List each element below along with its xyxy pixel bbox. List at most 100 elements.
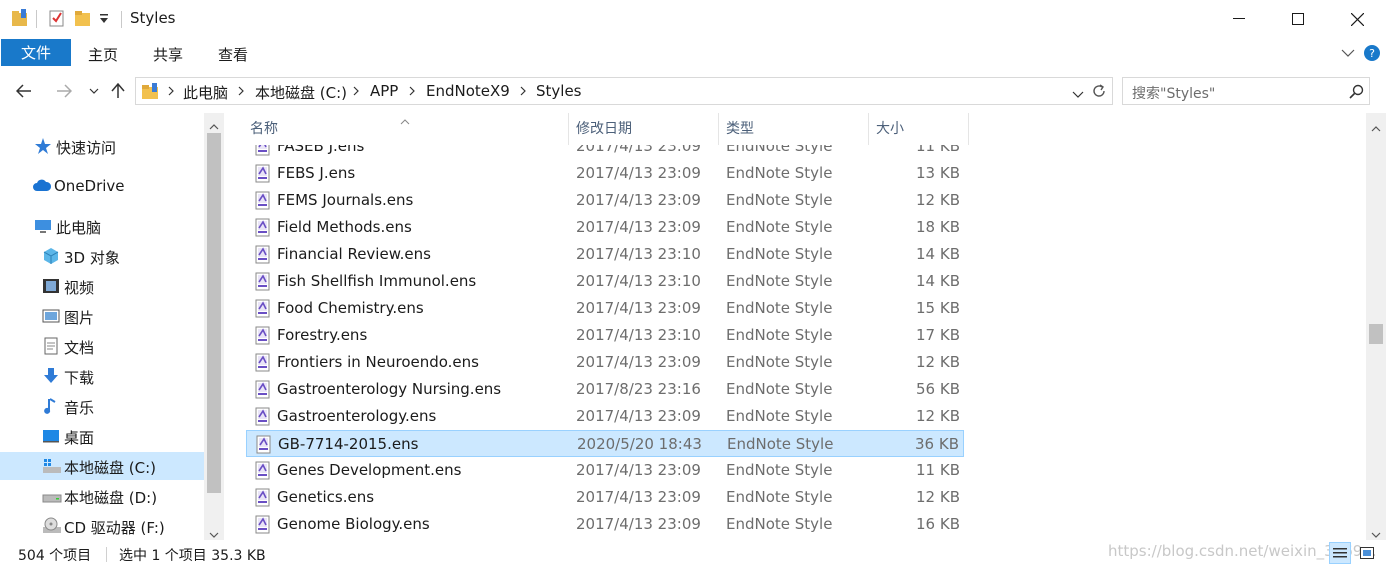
sidebar-item-label: 此电脑 <box>56 219 102 237</box>
chevron-right-icon[interactable] <box>408 84 418 98</box>
file-name: FEMS Journals.ens <box>277 191 414 209</box>
sidebar-item[interactable]: 图片 <box>0 302 204 330</box>
chevron-right-icon[interactable] <box>237 84 247 98</box>
table-row[interactable]: Forestry.ens 2017/4/13 23:10 EndNote Style… <box>246 322 964 349</box>
nav-scroll-thumb[interactable] <box>207 133 221 493</box>
chevron-right-icon[interactable] <box>519 84 529 98</box>
column-header-name[interactable]: 名称 <box>250 118 278 138</box>
table-row[interactable]: Field Methods.ens 2017/4/13 23:09 EndNote … <box>246 214 964 241</box>
address-dropdown-icon[interactable] <box>1072 87 1084 103</box>
tab-share[interactable]: 共享 <box>153 44 183 65</box>
file-size: 13 KB <box>916 164 960 182</box>
endnote-style-file-icon <box>255 461 271 480</box>
forward-button[interactable] <box>52 79 76 103</box>
breadcrumb-local-disk-c[interactable]: 本地磁盘 (C:) <box>255 82 347 103</box>
file-name: GB-7714-2015.ens <box>278 435 419 453</box>
breadcrumb-this-pc[interactable]: 此电脑 <box>183 82 228 103</box>
file-name: Food Chemistry.ens <box>277 299 424 317</box>
properties-checkmark-icon[interactable] <box>48 8 66 32</box>
expand-ribbon-icon[interactable] <box>1337 43 1359 63</box>
column-divider[interactable] <box>568 113 569 145</box>
table-row[interactable]: Gastroenterology.ens 2017/4/13 23:09 EndNo… <box>246 403 964 430</box>
sidebar-item[interactable]: CD 驱动器 (F:) <box>0 512 204 540</box>
recent-locations-dropdown[interactable] <box>82 79 106 103</box>
maximize-button[interactable] <box>1275 0 1321 38</box>
quick-access-dropdown-icon[interactable] <box>99 12 109 30</box>
sidebar-item[interactable]: 视频 <box>0 272 204 300</box>
table-row[interactable]: Frontiers in Neuroendo.ens 2017/4/13 23:0… <box>246 349 964 376</box>
scroll-up-icon[interactable] <box>1371 120 1381 136</box>
sidebar-item-label: 下载 <box>64 369 95 387</box>
table-row[interactable]: FEBS J.ens 2017/4/13 23:09 EndNote Style 13… <box>246 160 964 187</box>
tab-file[interactable]: 文件 <box>1 39 71 66</box>
endnote-style-file-icon <box>255 218 271 237</box>
chevron-right-icon[interactable] <box>352 84 362 98</box>
sidebar-item[interactable]: OneDrive <box>0 172 204 200</box>
tab-view[interactable]: 查看 <box>218 44 248 65</box>
table-row[interactable]: Gastroenterology Nursing.ens 2017/8/23 23… <box>246 376 964 403</box>
details-view-button[interactable] <box>1329 542 1351 564</box>
large-icons-view-button[interactable] <box>1356 542 1378 564</box>
breadcrumb-styles[interactable]: Styles <box>536 82 582 100</box>
help-icon[interactable]: ? <box>1361 43 1383 63</box>
folder-properties-icon[interactable] <box>11 8 29 32</box>
column-divider[interactable] <box>868 113 869 145</box>
column-divider[interactable] <box>968 113 969 145</box>
refresh-icon[interactable] <box>1091 83 1107 103</box>
column-header-type[interactable]: 类型 <box>726 118 754 138</box>
file-list-scroll-thumb[interactable] <box>1369 324 1383 344</box>
new-folder-icon[interactable] <box>74 8 92 32</box>
file-date: 2017/4/13 23:10 <box>576 326 701 344</box>
file-size: 36 KB <box>915 435 959 453</box>
endnote-style-file-icon <box>255 326 271 345</box>
chevron-right-icon[interactable] <box>167 84 177 98</box>
drive-icon <box>42 487 62 505</box>
nav-scrollbar[interactable] <box>204 113 224 540</box>
up-button[interactable] <box>106 79 130 103</box>
file-list-scrollbar[interactable] <box>1366 113 1386 540</box>
column-header-size[interactable]: 大小 <box>876 118 904 138</box>
file-date: 2017/4/13 23:09 <box>576 218 701 236</box>
endnote-style-file-icon <box>256 435 272 454</box>
table-row[interactable]: Genetics.ens 2017/4/13 23:09 EndNote Style… <box>246 484 964 511</box>
file-type: EndNote Style <box>726 164 833 182</box>
search-box[interactable]: 搜索"Styles" <box>1122 77 1370 105</box>
table-row[interactable]: Genes Development.ens 2017/4/13 23:09 EndN… <box>246 457 964 484</box>
sidebar-item[interactable]: 此电脑 <box>0 212 204 240</box>
file-size: 12 KB <box>916 191 960 209</box>
window-title: Styles <box>130 9 176 27</box>
sidebar-item[interactable]: 本地磁盘 (C:) <box>0 452 204 480</box>
column-divider[interactable] <box>718 113 719 145</box>
table-row[interactable]: GB-7714-2015.ens 2020/5/20 18:43 EndNote S… <box>246 430 964 457</box>
search-icon[interactable] <box>1349 84 1364 103</box>
endnote-style-file-icon <box>255 380 271 399</box>
sidebar-item[interactable]: 文档 <box>0 332 204 360</box>
file-size: 15 KB <box>916 299 960 317</box>
table-row[interactable]: Genome Biology.ens 2017/4/13 23:09 EndNote… <box>246 511 964 538</box>
back-button[interactable] <box>12 79 36 103</box>
sidebar-item[interactable]: 音乐 <box>0 392 204 420</box>
breadcrumb-app[interactable]: APP <box>370 82 398 100</box>
film-icon <box>42 277 60 295</box>
table-row[interactable]: Financial Review.ens 2017/4/13 23:10 EndNo… <box>246 241 964 268</box>
table-row[interactable]: Food Chemistry.ens 2017/4/13 23:09 EndNote… <box>246 295 964 322</box>
close-button[interactable] <box>1334 0 1380 38</box>
file-size: 14 KB <box>916 245 960 263</box>
breadcrumb-endnotex9[interactable]: EndNoteX9 <box>426 82 510 100</box>
sidebar-item[interactable]: 快速访问 <box>0 132 204 160</box>
table-row[interactable]: Fish Shellfish Immunol.ens 2017/4/13 23:1… <box>246 268 964 295</box>
sidebar-item[interactable]: 桌面 <box>0 422 204 450</box>
file-date: 2017/4/13 23:09 <box>576 164 701 182</box>
scroll-up-icon[interactable] <box>209 118 219 134</box>
search-input[interactable]: 搜索"Styles" <box>1132 83 1215 103</box>
sidebar-item[interactable]: 3D 对象 <box>0 242 204 270</box>
column-header-date[interactable]: 修改日期 <box>576 118 632 138</box>
table-row[interactable]: FEMS Journals.ens 2017/4/13 23:09 EndNote … <box>246 187 964 214</box>
tab-home[interactable]: 主页 <box>88 44 118 65</box>
file-rows: FASEB J.ens 2017/4/13 23:09 EndNote Style 1… <box>230 113 970 540</box>
sidebar-item[interactable]: 本地磁盘 (D:) <box>0 482 204 510</box>
minimize-button[interactable] <box>1216 0 1262 38</box>
endnote-style-file-icon <box>255 245 271 264</box>
sidebar-item[interactable]: 下载 <box>0 362 204 390</box>
address-bar[interactable]: 此电脑 本地磁盘 (C:) APP EndNoteX9 Styles <box>135 77 1113 105</box>
